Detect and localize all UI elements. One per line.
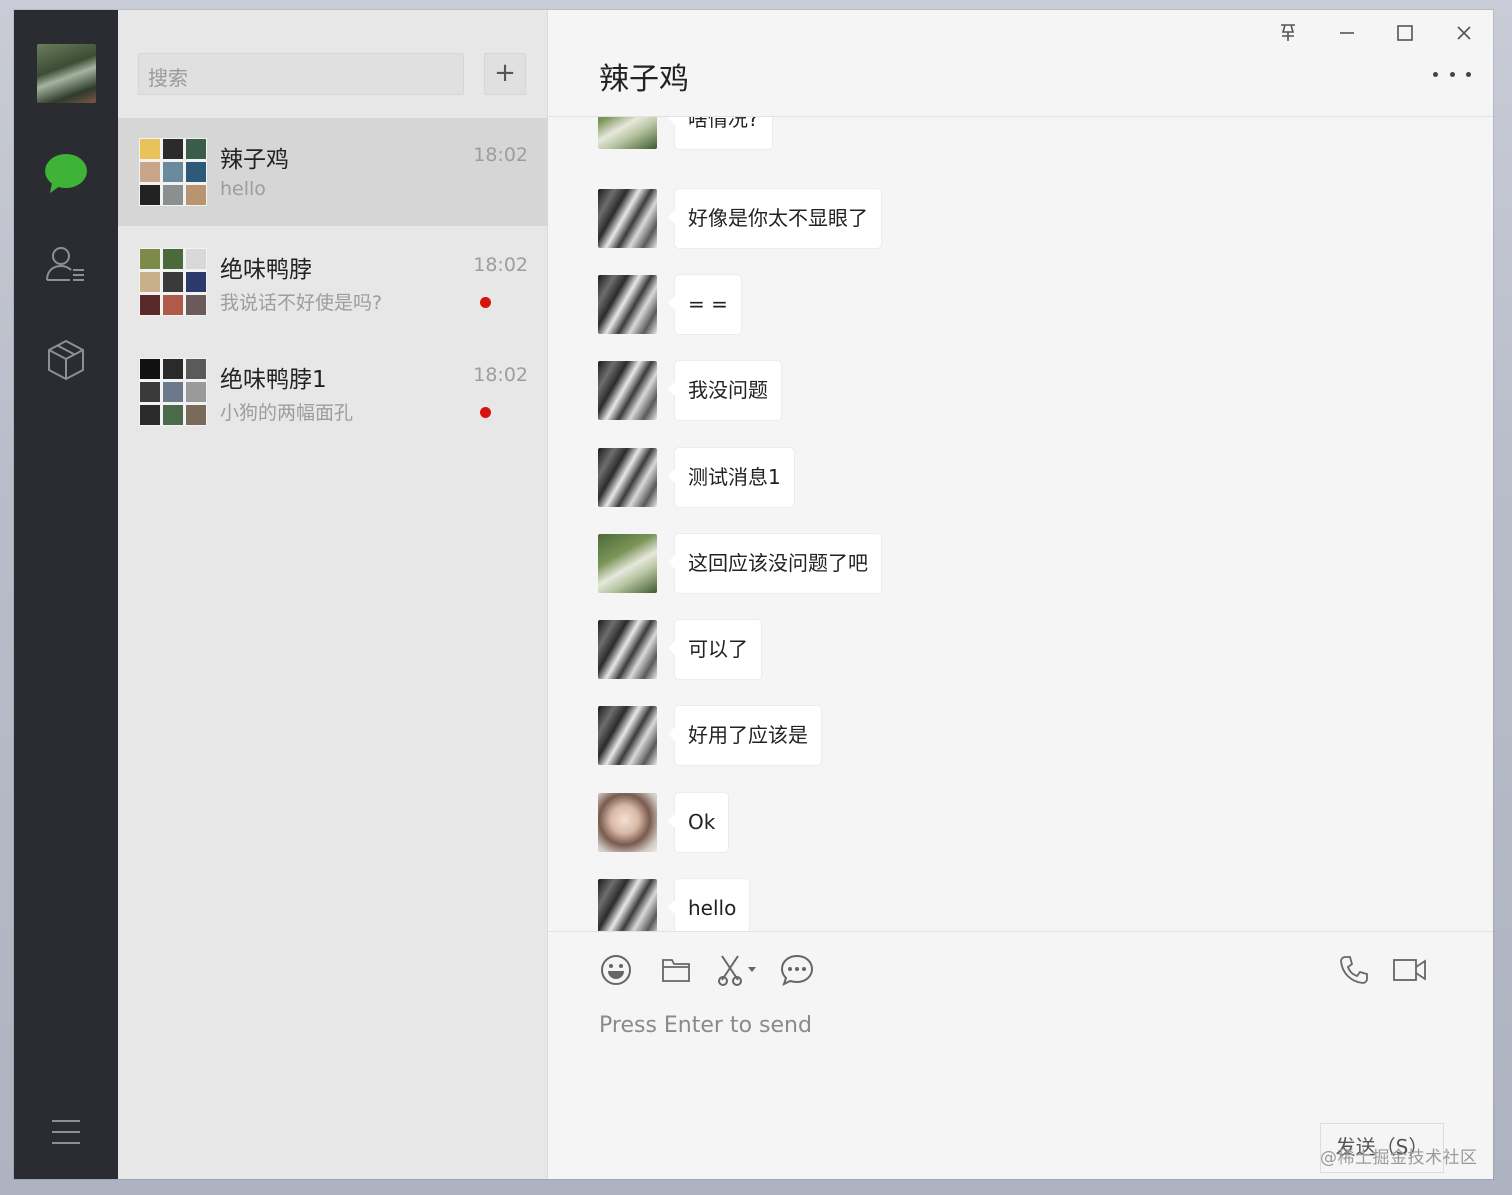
nav-collections[interactable] (42, 336, 90, 384)
message-input[interactable]: Press Enter to send (599, 1013, 812, 1038)
message-bubble: 我没问题 (668, 361, 781, 420)
message-bubble: 好像是你太不显眼了 (668, 189, 881, 248)
conversation-preview: 我说话不好使是吗? (220, 292, 383, 314)
conversation-time: 18:02 (473, 364, 528, 386)
search-input[interactable]: 搜索 (138, 53, 464, 95)
message-bubble: 可以了 (668, 620, 761, 679)
folder-icon (662, 959, 690, 982)
nav-menu[interactable] (42, 1108, 90, 1156)
my-avatar[interactable] (37, 44, 96, 103)
nav-chat[interactable] (42, 150, 90, 198)
chat-panel: 辣子鸡 啥情况? 好像是你太不显眼了 = = 我没问题 测试消息1 这回应该没问… (548, 10, 1493, 1179)
message-bubble: 这回应该没问题了吧 (668, 534, 881, 593)
wechat-window: 搜索 + 辣子鸡 hello 18:02 绝味鸭脖 我说话不好使是吗? 18:0… (14, 10, 1493, 1179)
sender-avatar[interactable] (598, 879, 657, 931)
group-avatar (139, 138, 207, 206)
conversation-item[interactable]: 绝味鸭脖1 小狗的两幅面孔 18:02 (118, 338, 548, 446)
screenshot-button[interactable] (714, 950, 762, 990)
sender-avatar[interactable] (598, 706, 657, 765)
sender-avatar[interactable] (598, 275, 657, 334)
conversation-preview: 小狗的两幅面孔 (220, 402, 354, 424)
phone-icon (1340, 956, 1368, 984)
emoji-button[interactable] (596, 950, 636, 990)
chat-header: 辣子鸡 (548, 10, 1493, 117)
chat-bubble-icon (45, 154, 87, 193)
conversation-list: 搜索 + 辣子鸡 hello 18:02 绝味鸭脖 我说话不好使是吗? 18:0… (118, 10, 548, 1179)
message-bubble: 好用了应该是 (668, 706, 821, 765)
chat-history-button[interactable] (777, 950, 817, 990)
video-call-button[interactable] (1390, 950, 1430, 990)
message-bubble: 啥情况? (668, 117, 772, 149)
minimize-icon (1340, 32, 1354, 34)
more-options-button[interactable] (1433, 62, 1471, 86)
conversation-item[interactable]: 绝味鸭脖 我说话不好使是吗? 18:02 (118, 228, 548, 336)
voice-call-button[interactable] (1334, 950, 1374, 990)
unread-dot (480, 407, 491, 418)
sender-avatar[interactable] (598, 189, 657, 248)
video-icon (1393, 959, 1426, 981)
minimize-button[interactable] (1330, 20, 1364, 46)
conversation-name: 辣子鸡 (220, 147, 289, 173)
chat-history-icon (780, 954, 814, 986)
close-button[interactable] (1447, 20, 1481, 46)
chat-title: 辣子鸡 (599, 62, 689, 97)
send-file-button[interactable] (656, 950, 696, 990)
message-bubble: hello (667, 879, 750, 931)
hamburger-menu-icon (52, 1120, 80, 1144)
watermark: @稀土掘金技术社区 (1320, 1148, 1478, 1168)
group-avatar (139, 358, 207, 426)
maximize-icon (1397, 25, 1413, 41)
conversation-item[interactable]: 辣子鸡 hello 18:02 (118, 118, 548, 226)
conversation-name: 绝味鸭脖1 (220, 367, 327, 393)
message-bubble: = = (668, 275, 741, 334)
sender-avatar[interactable] (598, 793, 657, 852)
message-bubble: Ok (667, 793, 729, 852)
sender-avatar[interactable] (598, 534, 657, 593)
conversation-preview: hello (220, 178, 266, 200)
close-icon (1457, 26, 1471, 40)
message-list[interactable]: 啥情况? 好像是你太不显眼了 = = 我没问题 测试消息1 这回应该没问题了吧 (548, 117, 1493, 931)
side-nav (14, 10, 118, 1179)
sender-avatar[interactable] (598, 448, 657, 507)
box-icon (48, 340, 84, 380)
message-bubble: 测试消息1 (668, 448, 794, 507)
group-avatar (139, 248, 207, 316)
pin-button[interactable] (1271, 20, 1305, 46)
nav-contacts[interactable] (42, 240, 90, 288)
sender-avatar[interactable] (598, 361, 657, 420)
search-placeholder: 搜索 (148, 66, 188, 90)
sender-avatar[interactable] (598, 620, 657, 679)
message-composer: Press Enter to send 发送（S） (548, 931, 1493, 1179)
pin-icon (1281, 24, 1295, 41)
add-button[interactable]: + (484, 53, 526, 95)
conversation-name: 绝味鸭脖 (220, 257, 312, 283)
conversation-time: 18:02 (473, 254, 528, 276)
maximize-button[interactable] (1388, 20, 1422, 46)
unread-dot (480, 297, 491, 308)
sender-avatar[interactable] (598, 117, 657, 149)
conversation-time: 18:02 (473, 144, 528, 166)
contacts-icon (46, 247, 84, 281)
scissors-icon (718, 955, 756, 986)
emoji-icon (601, 955, 631, 985)
